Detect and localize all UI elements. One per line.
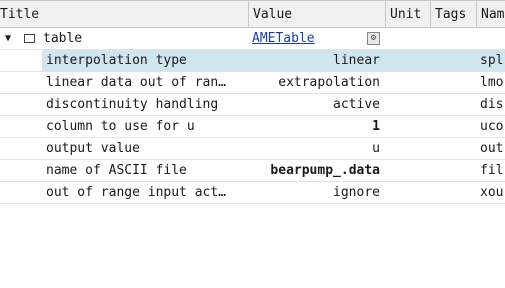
table-row[interactable]: output value u out [0, 138, 505, 160]
chevron-down-icon[interactable]: ▼ [2, 28, 14, 50]
row-name: dis [480, 97, 504, 112]
column-header-tags[interactable]: Tags [430, 1, 476, 28]
column-header-value[interactable]: Value [248, 1, 385, 28]
column-header-title[interactable]: Title [0, 1, 248, 28]
row-value[interactable]: 1 [250, 116, 380, 137]
row-title: linear data out of ran… [46, 75, 227, 90]
row-name: xou [480, 185, 504, 200]
row-name: fil [480, 163, 504, 178]
table-row[interactable]: out of range input act… ignore xou [0, 182, 505, 204]
row-title: discontinuity handling [46, 97, 219, 112]
column-header-row: Title Value Unit Tags Nam [0, 0, 505, 28]
row-name: spl [480, 53, 504, 68]
group-label: table [43, 31, 83, 46]
row-value[interactable]: active [250, 94, 380, 115]
group-row-table[interactable]: ▼ table AMETable ⚙ [0, 28, 505, 50]
folder-icon [24, 34, 35, 43]
row-value[interactable]: bearpump_.data [250, 160, 380, 181]
ametable-link[interactable]: AMETable [252, 28, 315, 50]
table-row[interactable]: linear data out of ran… extrapolation lmo [0, 72, 505, 94]
table-row[interactable]: name of ASCII file bearpump_.data fil [0, 160, 505, 182]
edit-table-icon[interactable]: ⚙ [367, 32, 380, 45]
column-header-name[interactable]: Nam [476, 1, 505, 28]
table-row[interactable]: discontinuity handling active dis [0, 94, 505, 116]
row-name: uco [480, 119, 504, 134]
table-row[interactable]: column to use for u 1 uco [0, 116, 505, 138]
row-title: out of range input act… [46, 185, 227, 200]
row-name: lmo [480, 75, 504, 90]
row-value[interactable]: linear [250, 50, 380, 71]
row-name: out [480, 141, 504, 156]
column-header-unit[interactable]: Unit [385, 1, 430, 28]
row-title: column to use for u [46, 119, 195, 134]
row-value[interactable]: extrapolation [250, 72, 380, 93]
table-row[interactable]: interpolation type linear spl [0, 50, 505, 72]
row-title: interpolation type [46, 53, 187, 68]
parameter-grid: Title Value Unit Tags Nam ▼ table AMETab… [0, 0, 505, 204]
row-value[interactable]: u [250, 138, 380, 159]
row-value[interactable]: ignore [250, 182, 380, 203]
row-title: output value [46, 141, 140, 156]
row-title: name of ASCII file [46, 163, 187, 178]
